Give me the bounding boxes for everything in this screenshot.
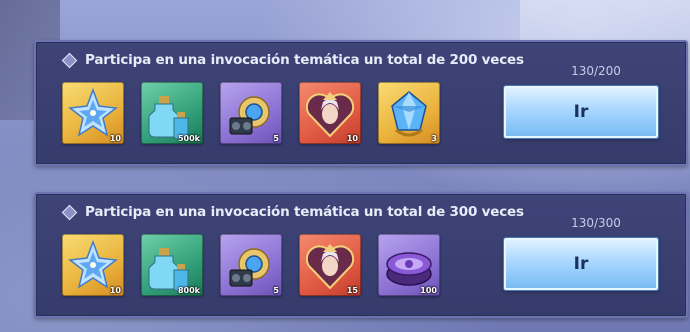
task-progress: 130/300: [571, 216, 621, 230]
reward-quantity: 10: [346, 134, 358, 143]
reward-quantity: 15: [346, 286, 358, 295]
reward-item[interactable]: 10: [299, 82, 361, 144]
task-title-row: Participa en una invocación temática un …: [61, 204, 524, 220]
reward-quantity: 5: [273, 286, 279, 295]
diamond-bullet-icon: [61, 52, 78, 68]
diamond-bullet-icon: [61, 204, 78, 220]
reward-quantity: 10: [109, 286, 121, 295]
go-button[interactable]: Ir: [504, 86, 658, 138]
task-progress: 130/200: [571, 64, 621, 78]
go-button[interactable]: Ir: [504, 238, 658, 290]
reward-item[interactable]: 3: [378, 82, 440, 144]
task-title-row: Participa en una invocación temática un …: [61, 52, 524, 68]
reward-quantity: 10: [109, 134, 121, 143]
reward-item[interactable]: 10: [62, 234, 124, 296]
reward-item[interactable]: 15: [299, 234, 361, 296]
reward-quantity: 3: [431, 134, 437, 143]
reward-item[interactable]: 5: [220, 234, 282, 296]
reward-quantity: 5: [273, 134, 279, 143]
reward-quantity: 500k: [177, 134, 200, 143]
reward-item[interactable]: 10: [62, 82, 124, 144]
task-title: Participa en una invocación temática un …: [85, 204, 524, 220]
reward-item[interactable]: 5: [220, 82, 282, 144]
reward-list: 10 800k 5 15 100: [62, 234, 440, 296]
reward-item[interactable]: 100: [378, 234, 440, 296]
task-panel: Participa en una invocación temática un …: [34, 40, 688, 166]
go-button-label: Ir: [573, 102, 589, 122]
reward-item[interactable]: 800k: [141, 234, 203, 296]
reward-item[interactable]: 500k: [141, 82, 203, 144]
reward-quantity: 800k: [177, 286, 200, 295]
task-title: Participa en una invocación temática un …: [85, 52, 524, 68]
reward-list: 10 500k 5 10 3: [62, 82, 440, 144]
reward-quantity: 100: [420, 286, 437, 295]
task-panel: Participa en una invocación temática un …: [34, 192, 688, 318]
go-button-label: Ir: [573, 254, 589, 274]
